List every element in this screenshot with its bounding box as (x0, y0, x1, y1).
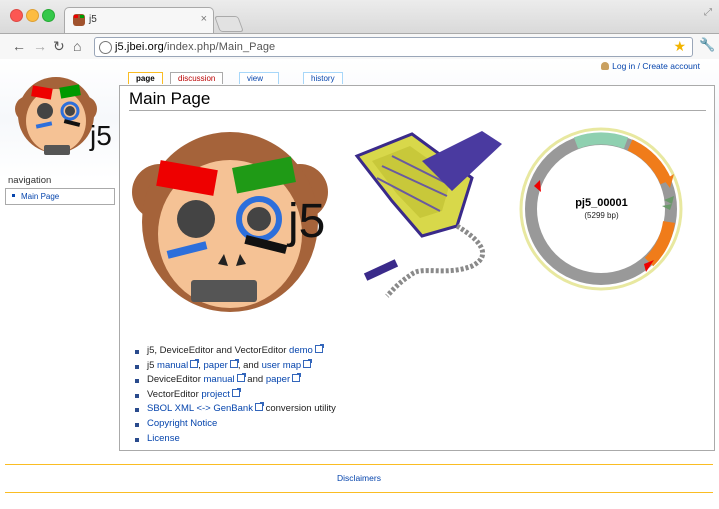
tab-history[interactable]: history (303, 72, 343, 84)
monkey-logo-icon (15, 77, 97, 155)
logo-j5-text: j5 (90, 120, 112, 151)
new-tab-button[interactable] (214, 16, 244, 32)
url-text[interactable]: j5.jbei.org/index.php/Main_Page (115, 41, 275, 53)
forward-arrow-icon[interactable]: → (33, 37, 47, 55)
vectoreditor-project-link[interactable]: project (201, 389, 230, 400)
page-footer: Disclaimers (5, 464, 713, 493)
list-item: SBOL XML <-> GenBank conversion utility (135, 402, 336, 417)
browser-toolbar: ← → ↻ ⌂ j5.jbei.org/index.php/Main_Page … (0, 33, 719, 60)
window-minimize-button[interactable] (26, 9, 39, 22)
license-link[interactable]: License (147, 433, 180, 444)
fullscreen-icon[interactable]: ⤢ (704, 7, 712, 18)
plasmid-ring-icon (519, 127, 683, 291)
tab-page[interactable]: page (128, 72, 163, 84)
back-arrow-icon[interactable]: ← (12, 37, 26, 55)
nav-item-main-page[interactable]: Main Page (21, 192, 59, 201)
wiki-page: j5 Log in / Create account page discussi… (0, 59, 719, 509)
list-item: j5, DeviceEditor and VectorEditor demo (135, 344, 336, 359)
user-links: Log in / Create account (601, 61, 700, 71)
disclaimers-link[interactable]: Disclaimers (5, 473, 713, 483)
deviceeditor-paper-link[interactable]: paper (266, 374, 290, 385)
tab-close-icon[interactable]: × (201, 13, 207, 25)
list-item: j5 manual, paper, and user map (135, 358, 336, 374)
plasmid-map[interactable]: pj5_00001 (5299 bp) (514, 122, 689, 297)
site-logo[interactable]: j5 (14, 69, 118, 173)
browser-titlebar: j5 × ⤢ (0, 0, 719, 34)
favicon-icon (73, 14, 85, 26)
globe-icon (99, 41, 112, 54)
tab-discussion[interactable]: discussion (170, 72, 224, 84)
deviceeditor-manual-link[interactable]: manual (204, 374, 235, 385)
window-zoom-button[interactable] (42, 9, 55, 22)
list-item: Copyright Notice (135, 417, 336, 432)
copyright-notice-link[interactable]: Copyright Notice (147, 418, 217, 429)
external-link-icon (314, 344, 324, 353)
plasmid-length: (5299 bp) (584, 211, 619, 220)
title-divider (129, 110, 706, 111)
external-link-icon (229, 358, 239, 368)
hero-j5-text: j5 (288, 195, 326, 248)
navigation-title: navigation (8, 175, 52, 186)
j5-manual-link[interactable]: manual (157, 360, 188, 371)
main-links-list: j5, DeviceEditor and VectorEditor demo j… (135, 344, 336, 446)
navigation-list: Main Page (5, 188, 115, 205)
reload-icon[interactable]: ↻ (53, 37, 65, 55)
star-icon[interactable]: ★ (673, 38, 686, 55)
wrench-icon[interactable]: 🔧 (699, 37, 715, 53)
user-map-link[interactable]: user map (262, 360, 302, 371)
address-bar[interactable]: j5.jbei.org/index.php/Main_Page ★ (94, 37, 693, 57)
external-link-icon (231, 387, 241, 397)
sbol-genbank-link[interactable]: SBOL XML <-> GenBank (147, 403, 253, 414)
external-link-icon (292, 373, 302, 383)
home-icon[interactable]: ⌂ (73, 37, 81, 55)
page-title: Main Page (129, 89, 211, 108)
tab-view-source[interactable]: view source (239, 72, 280, 94)
list-item: VectorEditor project (135, 387, 336, 403)
external-link-icon (190, 358, 200, 368)
navigation-portlet: navigation Main Page (5, 175, 115, 205)
browser-tab[interactable]: j5 × (64, 7, 214, 34)
external-link-icon (303, 358, 313, 368)
list-item: License (135, 432, 336, 447)
tab-title: j5 (89, 14, 97, 25)
user-icon (601, 62, 610, 70)
login-link[interactable]: Log in / Create account (612, 61, 700, 71)
j5-paper-link[interactable]: paper (204, 360, 228, 371)
list-item: DeviceEditor manual and paper (135, 373, 336, 388)
demo-link[interactable]: demo (289, 345, 313, 356)
bullet-icon (12, 194, 15, 197)
external-link-icon (236, 373, 246, 383)
window-close-button[interactable] (10, 9, 23, 22)
dna-structure-image (354, 131, 502, 298)
content-area: Main Page j5 pj5_00001 (5299 bp) j5, Dev… (119, 85, 715, 451)
external-link-icon (254, 402, 264, 412)
plasmid-name: pj5_00001 (575, 197, 628, 209)
